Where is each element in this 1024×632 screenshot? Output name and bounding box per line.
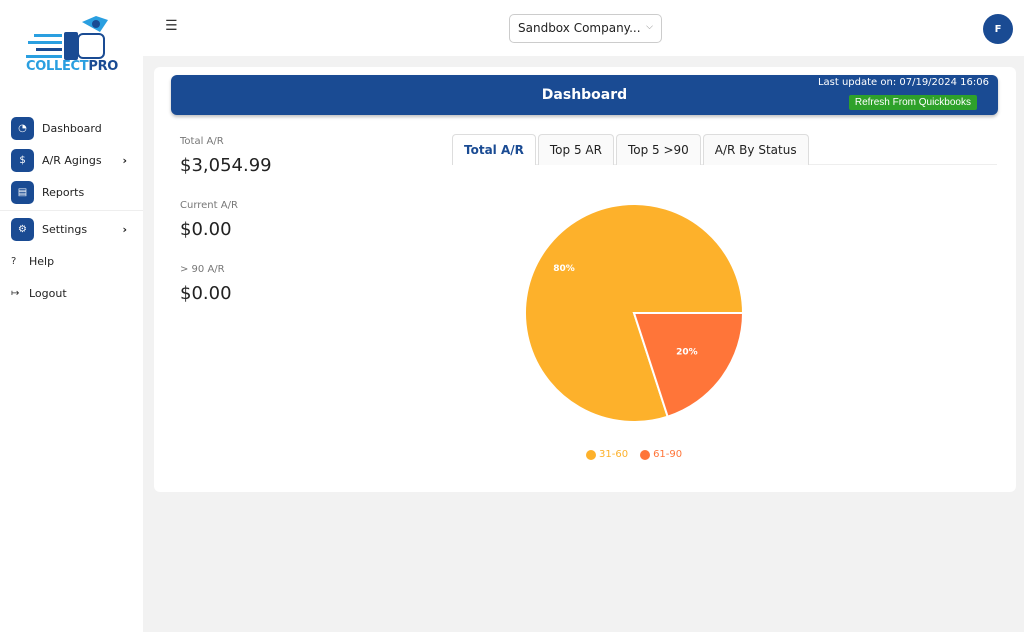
report-icon: ▤ [11,180,34,204]
gauge-icon: ◔ [11,116,34,140]
help-icon: ? [11,255,17,267]
company-select[interactable]: Sandbox Company... ⌵ [509,14,662,43]
pie-chart: 80% 20% [524,203,745,423]
sidebar-item-a-r-agings[interactable]: $ A/R Agings › [0,144,143,176]
dollar-icon: $ [11,148,34,172]
sidebar-item-logout[interactable]: ↦ Logout [0,277,143,309]
avatar[interactable]: F [983,14,1013,44]
logout-icon: ↦ [11,287,20,299]
chevron-down-icon: ⌵ [646,22,653,32]
sidebar-item-help[interactable]: ? Help [0,245,143,277]
logo-text: COLLECTPRO [26,59,119,74]
topbar: ☰ Sandbox Company... ⌵ F [143,0,1024,56]
menu-toggle-icon[interactable]: ☰ [165,18,178,34]
sidebar-item-label: Reports [42,185,85,199]
legend-label: 31-60 [599,449,629,460]
chevron-right-icon: › [122,153,127,167]
gear-icon: ⚙ [11,217,34,241]
sidebar-item-label: Dashboard [42,121,102,135]
sidebar-item-label: A/R Agings [42,153,102,167]
sidebar-item-label: Logout [29,286,67,300]
sidebar: COLLECTPRO ◔ Dashboard $ A/R Agings › ▤ Report… [0,0,143,632]
pie-label: 20% [676,347,698,357]
pie-label: 80% [553,264,575,274]
legend-swatch [586,449,596,460]
chevron-right-icon: › [122,222,127,236]
dashboard-card: Dashboard Last update on: 07/19/2024 16:… [154,67,1016,492]
sidebar-item-reports[interactable]: ▤ Reports [0,176,143,208]
legend-item[interactable]: 31-60 [586,449,634,460]
sidebar-item-settings[interactable]: ⚙ Settings › [0,213,143,245]
chart-legend: 31-60 61-90 [586,449,694,460]
sidebar-item-label: Settings [42,222,88,236]
sidebar-item-dashboard[interactable]: ◔ Dashboard [0,112,143,144]
legend-label: 61-90 [653,449,683,460]
sidebar-item-label: Help [29,254,55,268]
legend-swatch [640,449,651,460]
divider [0,210,143,211]
legend-item[interactable]: 61-90 [640,449,688,460]
company-name: Sandbox Company... [518,21,641,35]
